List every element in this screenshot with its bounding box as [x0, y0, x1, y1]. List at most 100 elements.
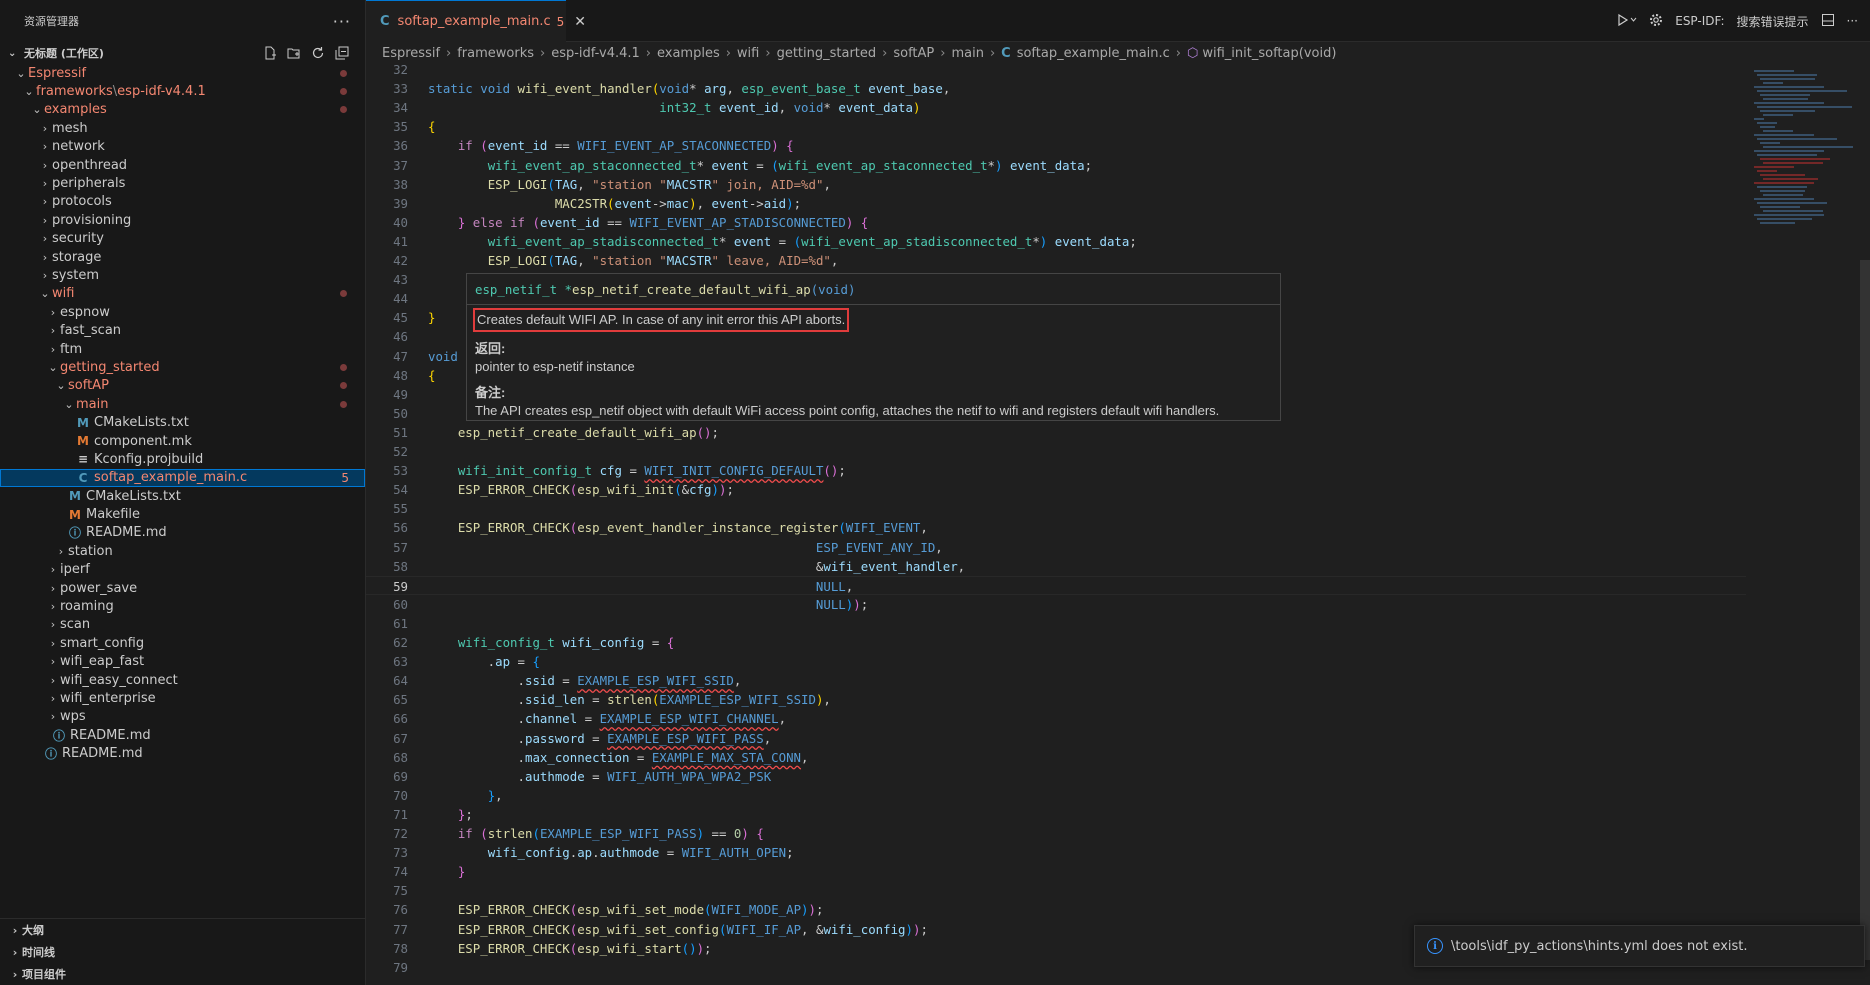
timeline-section[interactable]: › 时间线	[0, 941, 365, 963]
tree-item[interactable]: ⌄ getting_started	[0, 358, 365, 376]
notification-toast[interactable]: i \tools\idf_py_actions\hints.yml does n…	[1414, 925, 1865, 967]
tree-item[interactable]: › mesh	[0, 119, 365, 137]
tree-item[interactable]: Mcomponent.mk	[0, 432, 365, 450]
minimap[interactable]	[1746, 64, 1858, 985]
tree-item[interactable]: ⓘ README.md	[0, 726, 365, 744]
breadcrumb-item[interactable]: softap_example_main.c	[1017, 46, 1170, 61]
project-components-section[interactable]: › 项目组件	[0, 963, 365, 985]
tree-item[interactable]: › scan	[0, 616, 365, 634]
minimap-line	[1757, 218, 1812, 220]
new-folder-icon[interactable]	[287, 46, 301, 60]
tree-item[interactable]: › fast_scan	[0, 321, 365, 339]
tree-item[interactable]: ⓘ README.md	[0, 524, 365, 542]
tree-item[interactable]: M CMakeLists.txt	[0, 413, 365, 431]
more-actions-icon[interactable]: ···	[333, 12, 351, 31]
tree-item[interactable]: › espnow	[0, 303, 365, 321]
code-token: void	[428, 348, 458, 364]
tree-item[interactable]: ⌄ examples	[0, 101, 365, 119]
tree-item[interactable]: ⌄ frameworks \ esp-idf-v4.4.1	[0, 82, 365, 100]
minimap-line	[1757, 202, 1827, 204]
tree-item[interactable]: › peripherals	[0, 174, 365, 192]
gear-icon[interactable]	[1649, 13, 1663, 30]
breadcrumb-item[interactable]: softAP	[893, 46, 934, 61]
code-token: WIFI_IF_AP	[726, 921, 802, 937]
tree-item[interactable]: M CMakeLists.txt	[0, 487, 365, 505]
tree-item[interactable]: › wifi_eap_fast	[0, 653, 365, 671]
code-token: )	[696, 940, 705, 956]
tree-item[interactable]: ⌄ softAP	[0, 377, 365, 395]
tree-item[interactable]: ⌄ wifi	[0, 285, 365, 303]
code-token: )	[995, 157, 1003, 173]
tree-item-label: frameworks	[36, 84, 113, 100]
breadcrumb-item[interactable]: esp-idf-v4.4.1	[551, 46, 640, 61]
returns-heading: 返回:	[475, 341, 506, 356]
tree-item[interactable]: ≡ Kconfig.projbuild	[0, 450, 365, 468]
breadcrumb-item[interactable]: getting_started	[777, 46, 877, 61]
breadcrumb-item[interactable]: examples	[657, 46, 720, 61]
breadcrumb-item[interactable]: main	[951, 46, 983, 61]
code-token: EXAMPLE_MAX_STA_CONN	[651, 749, 802, 765]
code-text: ESP_LOGI(TAG, "station "MACSTR" join, AI…	[487, 176, 831, 192]
code-token: {	[860, 214, 869, 230]
breadcrumb-item[interactable]: wifi	[737, 46, 759, 61]
workspace-row[interactable]: ⌄ 无标题 (工作区)	[0, 42, 365, 64]
tree-item[interactable]: M Makefile	[0, 505, 365, 523]
tree-item[interactable]: › iperf	[0, 561, 365, 579]
tree-item[interactable]: › protocols	[0, 193, 365, 211]
tree-item-label: storage	[52, 249, 102, 265]
problem-count: 5	[556, 14, 565, 29]
tree-item[interactable]: › system	[0, 266, 365, 284]
code-text: .ap = {	[428, 654, 540, 670]
code-token: )	[801, 902, 809, 918]
more-actions-icon[interactable]: ···	[1847, 14, 1858, 28]
code-editor[interactable]: 32 33 static void wifi_event_handler(void*…	[366, 64, 1746, 985]
chevron-right-icon: ›	[50, 636, 56, 650]
chevron-down-icon: ⌄	[24, 85, 34, 99]
code-token: {	[428, 367, 436, 383]
search-error-hint-button[interactable]: 搜索错误提示	[1737, 13, 1809, 30]
run-debug-icon[interactable]	[1617, 13, 1637, 30]
breadcrumb-item[interactable]: Espressif	[382, 46, 440, 61]
breadcrumb-item[interactable]: wifi_init_softap(void)	[1202, 46, 1336, 61]
tree-item[interactable]: › ftm	[0, 340, 365, 358]
code-token: )	[853, 596, 861, 612]
tree-item[interactable]: › provisioning	[0, 211, 365, 229]
line-number: 54	[393, 482, 408, 498]
line-number: 77	[393, 921, 408, 937]
tree-item[interactable]: › station	[0, 542, 365, 560]
outline-section[interactable]: › 大纲	[0, 919, 365, 941]
minimap-line	[1757, 122, 1777, 124]
tree-item[interactable]: › network	[0, 138, 365, 156]
vertical-scrollbar[interactable]	[1860, 260, 1870, 960]
line-number: 67	[393, 730, 408, 746]
split-editor-icon[interactable]	[1821, 13, 1835, 30]
tree-item[interactable]: › security	[0, 230, 365, 248]
tree-item[interactable]: › smart_config	[0, 634, 365, 652]
tab-softap-example-main[interactable]: C softap_example_main.c 5 ✕	[366, 0, 586, 42]
tree-item[interactable]: Csoftap_example_main.c 5	[0, 468, 365, 487]
tree-item[interactable]: ⓘ README.md	[0, 744, 365, 762]
tree-item[interactable]: › wps	[0, 708, 365, 726]
minimap-line	[1757, 186, 1807, 188]
tree-item[interactable]: ⌄ main	[0, 395, 365, 413]
line-number: 42	[393, 253, 408, 268]
code-token: esp_wifi_set_mode	[577, 902, 705, 918]
file-type-icon: ⓘ	[68, 526, 81, 541]
tree-item[interactable]: › storage	[0, 248, 365, 266]
close-icon[interactable]: ✕	[574, 14, 586, 30]
code-line: 54 ESP_ERROR_CHECK(esp_wifi_init(&cfg));	[366, 480, 1746, 499]
tree-item[interactable]: ⌄ Espressif	[0, 64, 365, 82]
tree-item-label: network	[52, 139, 105, 155]
tree-item[interactable]: › wifi_enterprise	[0, 689, 365, 707]
tree-item[interactable]: › openthread	[0, 156, 365, 174]
tree-item[interactable]: › roaming	[0, 597, 365, 615]
new-file-icon[interactable]	[263, 46, 277, 60]
tree-item[interactable]: › power_save	[0, 579, 365, 597]
breadcrumb-item[interactable]: frameworks	[457, 46, 534, 61]
collapse-all-icon[interactable]	[335, 46, 349, 60]
refresh-icon[interactable]	[311, 46, 325, 60]
code-token: event_id	[718, 100, 779, 116]
code-token: ESP_ERROR_CHECK	[457, 940, 570, 956]
tree-item[interactable]: › wifi_easy_connect	[0, 671, 365, 689]
line-number: 60	[393, 596, 408, 612]
